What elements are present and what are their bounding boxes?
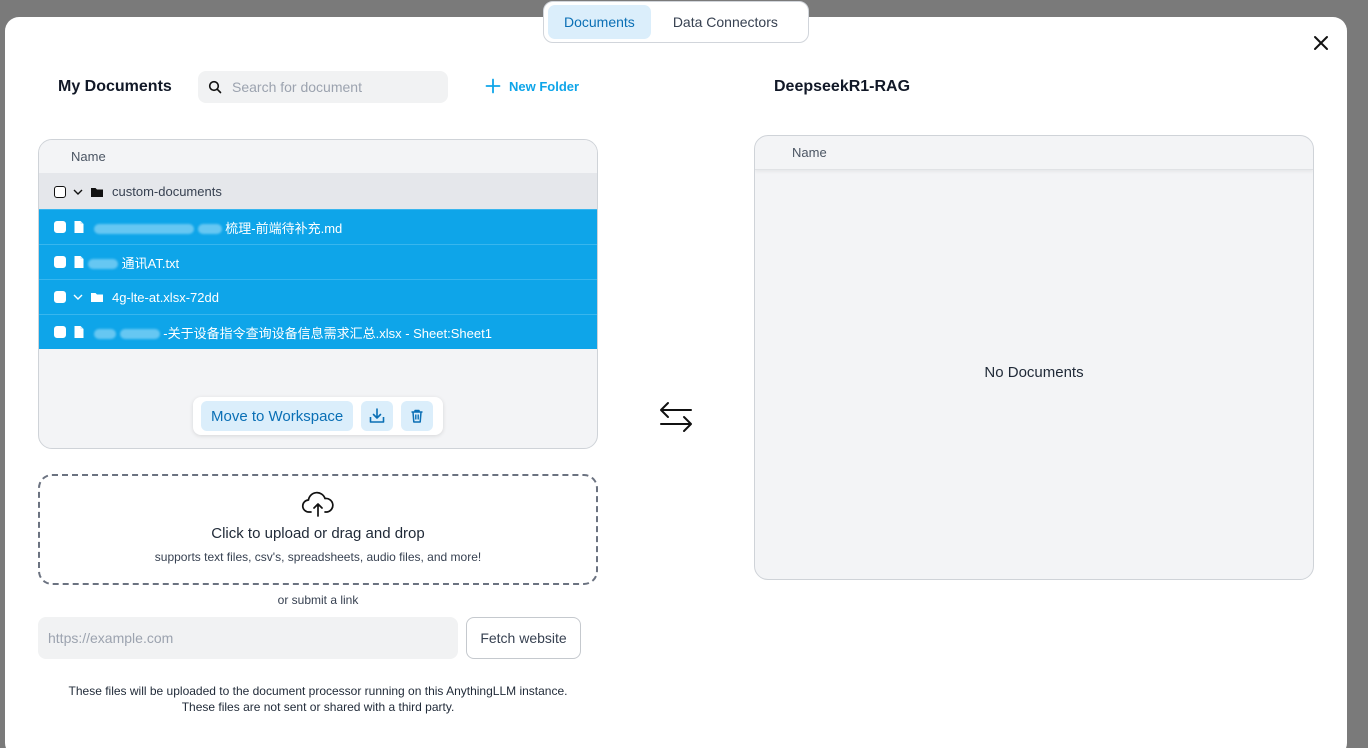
tab-documents[interactable]: Documents [548, 5, 651, 39]
column-header-name: Name [755, 136, 1313, 170]
file-name: 梳理-前端待补充.md [225, 220, 343, 236]
swap-arrows-icon[interactable] [658, 400, 694, 434]
close-icon[interactable] [1310, 32, 1332, 54]
workspace-documents-list: Name No Documents [754, 135, 1314, 580]
delete-button[interactable] [401, 401, 434, 431]
plus-icon [485, 78, 501, 94]
new-folder-button[interactable]: New Folder [485, 78, 579, 94]
folder-row-4g-lte-at[interactable]: 4g-lte-at.xlsx-72dd [39, 279, 597, 314]
download-button[interactable] [361, 401, 394, 431]
upload-title: Click to upload or drag and drop [211, 525, 425, 542]
search-input[interactable] [232, 79, 432, 95]
file-icon [72, 220, 86, 234]
row-checkbox[interactable] [54, 326, 66, 338]
tab-data-connectors[interactable]: Data Connectors [657, 5, 794, 39]
file-icon [72, 255, 86, 269]
file-icon [72, 325, 86, 339]
upload-dropzone[interactable]: Click to upload or drag and drop support… [38, 474, 598, 585]
url-input[interactable] [38, 617, 458, 659]
folder-row-custom-documents[interactable]: custom-documents [39, 174, 597, 209]
search-icon [208, 80, 222, 94]
redacted-text [197, 224, 222, 235]
redacted-text [94, 329, 116, 340]
new-folder-label: New Folder [509, 78, 580, 94]
row-checkbox[interactable] [54, 291, 66, 303]
redacted-text [88, 259, 118, 270]
notice-line-2: These files are not sent or shared with … [181, 700, 455, 714]
cloud-upload-icon [301, 491, 335, 519]
workspace-title: DeepseekR1-RAG [774, 78, 911, 95]
row-checkbox[interactable] [54, 221, 66, 233]
file-row[interactable]: 梳理-前端待补充.md [39, 209, 597, 244]
redacted-text [119, 329, 160, 340]
column-header-name: Name [39, 140, 597, 174]
fetch-website-button[interactable]: Fetch website [466, 617, 581, 659]
row-checkbox[interactable] [54, 256, 66, 268]
folder-icon [90, 185, 104, 199]
file-name: 通讯AT.txt [121, 255, 180, 271]
notice-line-1: These files will be uploaded to the docu… [68, 684, 568, 698]
move-to-workspace-button[interactable]: Move to Workspace [201, 401, 354, 431]
folder-name: custom-documents [112, 184, 222, 199]
file-row[interactable]: -关于设备指令查询设备信息需求汇总.xlsx - Sheet:Sheet1 [39, 314, 597, 349]
file-name: -关于设备指令查询设备信息需求汇总.xlsx - Sheet:Sheet1 [163, 325, 492, 341]
tab-switcher: Documents Data Connectors [543, 1, 809, 43]
chevron-down-icon[interactable] [72, 291, 84, 303]
redacted-text [94, 224, 194, 235]
upload-subtitle: supports text files, csv's, spreadsheets… [154, 550, 482, 564]
folder-icon [90, 290, 104, 304]
folder-name: 4g-lte-at.xlsx-72dd [112, 289, 219, 305]
upload-notice: These files will be uploaded to the docu… [38, 683, 598, 715]
download-tray-icon [368, 407, 386, 425]
row-checkbox[interactable] [54, 185, 66, 198]
trash-icon [409, 408, 425, 424]
or-submit-link-label: or submit a link [277, 593, 359, 607]
file-row[interactable]: 通讯AT.txt [39, 244, 597, 279]
empty-state: No Documents [984, 364, 1084, 381]
document-search [198, 71, 448, 103]
my-documents-title: My Documents [58, 78, 172, 95]
selection-action-bar: Move to Workspace [193, 397, 443, 435]
chevron-down-icon[interactable] [72, 186, 84, 198]
